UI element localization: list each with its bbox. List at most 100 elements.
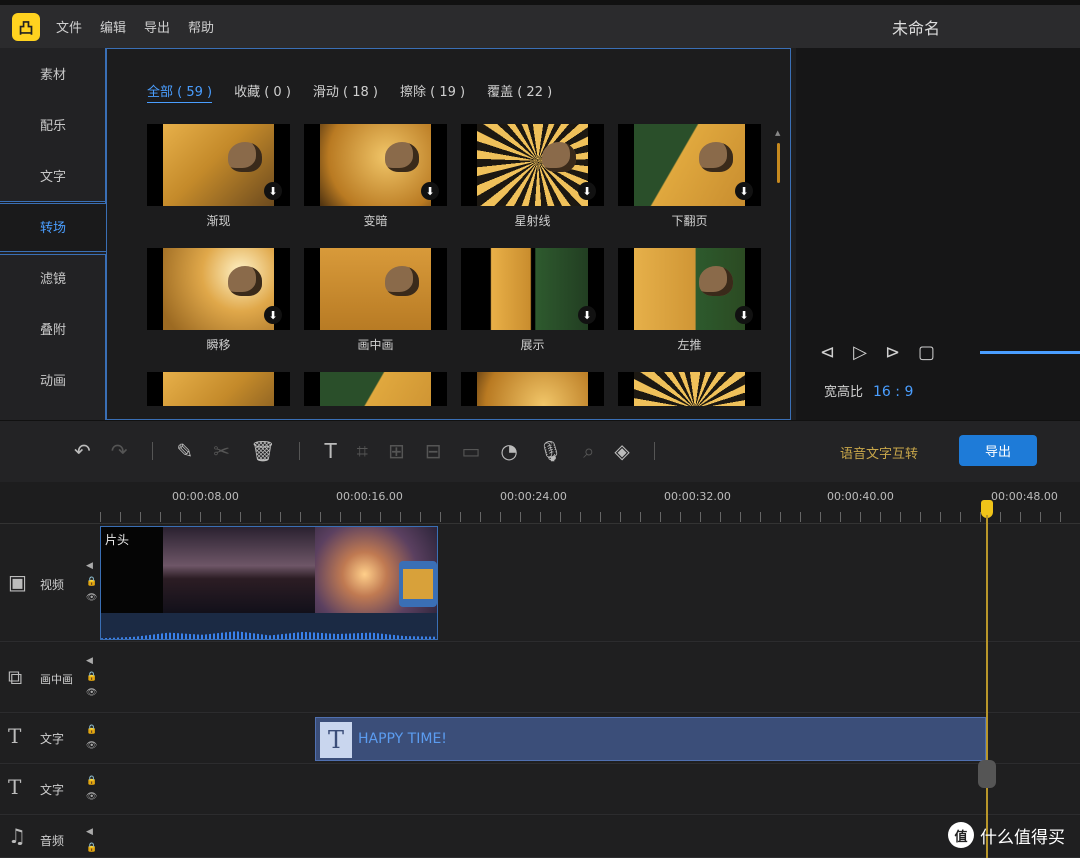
app-logo: 凸	[12, 13, 40, 41]
track-label: 画中画	[40, 673, 73, 686]
transition-item[interactable]: ⬇ 变暗	[304, 124, 447, 228]
transition-thumbnail[interactable]: ⬇	[304, 124, 447, 206]
split-icon[interactable]: ⊟	[425, 439, 442, 463]
transition-item[interactable]: ⬇ 瞬移	[147, 248, 290, 352]
transition-thumbnail[interactable]: ⬇	[618, 248, 761, 330]
download-icon[interactable]: ⬇	[578, 306, 596, 324]
track-controls[interactable]: ◀ 🔒	[86, 824, 97, 856]
next-frame-icon[interactable]: ⊳	[885, 342, 900, 363]
microphone-icon[interactable]: 🎙	[538, 439, 563, 463]
undo-icon[interactable]: ↶	[74, 439, 91, 463]
sidebar-item-animation[interactable]: 动画	[0, 354, 106, 405]
tab-favorites[interactable]: 收藏 ( 0 )	[234, 81, 291, 103]
transition-item[interactable]	[304, 372, 447, 406]
previous-frame-icon[interactable]: ⊲	[820, 342, 835, 363]
download-icon[interactable]: ⬇	[735, 306, 753, 324]
download-icon[interactable]: ⬇	[578, 182, 596, 200]
text-tool-icon[interactable]: T	[324, 439, 336, 463]
playhead-knob[interactable]	[978, 760, 996, 788]
text-track-1: T 文字 🔒 👁 T HAPPY TIME!	[0, 714, 1080, 764]
download-icon[interactable]: ⬇	[421, 182, 439, 200]
play-icon[interactable]: ▷	[853, 342, 867, 363]
scroll-thumb[interactable]	[777, 143, 780, 183]
scroll-up-icon[interactable]: ▲	[775, 129, 780, 137]
preview-panel: ⊲ ▷ ⊳ ▢ 宽高比 16 : 9	[796, 48, 1080, 420]
library-scrollbar[interactable]: ▲ ▼	[775, 129, 780, 431]
text-clip[interactable]: T HAPPY TIME!	[315, 717, 986, 761]
menu-file[interactable]: 文件	[56, 17, 82, 36]
track-label: 文字	[40, 732, 65, 746]
transition-thumbnail[interactable]: ⬇	[618, 124, 761, 206]
track-label: 视频	[40, 578, 65, 592]
transition-label: 瞬移	[206, 338, 231, 352]
export-button[interactable]: 导出	[959, 435, 1037, 466]
transition-item[interactable]	[147, 372, 290, 406]
transition-library: 全部 ( 59 ) 收藏 ( 0 ) 滑动 ( 18 ) 擦除 ( 19 ) 覆…	[106, 48, 791, 431]
transition-marker[interactable]	[399, 561, 437, 607]
ruler-label: 00:00:16.00	[336, 490, 403, 503]
divider	[299, 442, 301, 460]
ruler-label: 00:00:24.00	[500, 490, 567, 503]
watermark-logo-icon: 值	[948, 822, 974, 848]
track-controls[interactable]: 🔒 👁	[86, 722, 97, 754]
transition-thumbnail[interactable]: ⬇	[461, 124, 604, 206]
transition-item[interactable]: 画中画	[304, 248, 447, 352]
speed-icon[interactable]: ◔	[500, 439, 517, 463]
cut-icon[interactable]: ✂	[213, 439, 230, 463]
aspect-ratio[interactable]: 宽高比 16 : 9	[824, 381, 913, 400]
download-icon[interactable]: ⬇	[735, 182, 753, 200]
sidebar-item-overlays[interactable]: 叠附	[0, 303, 106, 354]
track-controls[interactable]: ◀ 🔒 👁	[86, 558, 97, 606]
sidebar-item-media[interactable]: 素材	[0, 48, 106, 99]
tab-wipe[interactable]: 擦除 ( 19 )	[400, 81, 465, 103]
transition-item[interactable]: ⬇ 渐现	[147, 124, 290, 228]
fit-icon[interactable]: ▭	[461, 439, 480, 463]
timeline-ruler[interactable]: 00:00:08.00 00:00:16.00 00:00:24.00 00:0…	[0, 482, 1080, 524]
text-track-icon: T	[8, 724, 22, 748]
aspect-ratio-value[interactable]: 16 : 9	[873, 384, 913, 400]
watermark-text: 什么值得买	[980, 827, 1065, 848]
video-clip[interactable]: 片头	[100, 526, 438, 640]
track-controls[interactable]: 🔒 👁	[86, 773, 97, 805]
transition-thumbnail[interactable]: ⬇	[147, 248, 290, 330]
tab-all[interactable]: 全部 ( 59 )	[147, 81, 213, 103]
transition-item[interactable]	[461, 372, 604, 406]
tab-cover[interactable]: 覆盖 ( 22 )	[487, 81, 552, 103]
text-track-icon: T	[8, 775, 22, 799]
track-label: 音频	[40, 834, 65, 848]
transition-item[interactable]	[618, 372, 761, 406]
transition-thumbnail[interactable]	[304, 248, 447, 330]
download-icon[interactable]: ⬇	[264, 306, 282, 324]
stop-icon[interactable]: ▢	[918, 342, 935, 363]
track-controls[interactable]: ◀ 🔒 👁	[86, 653, 97, 701]
audio-waveform	[101, 613, 437, 639]
transition-item[interactable]: ⬇ 星射线	[461, 124, 604, 228]
fill-icon[interactable]: ◈	[614, 439, 629, 463]
sidebar-item-music[interactable]: 配乐	[0, 99, 106, 150]
transition-thumbnail[interactable]: ⬇	[461, 248, 604, 330]
speech-to-text-button[interactable]: 语音文字互转	[840, 443, 918, 462]
sidebar-item-text[interactable]: 文字	[0, 150, 106, 201]
delete-icon[interactable]: 🗑	[250, 439, 275, 463]
sidebar-item-filters[interactable]: 滤镜	[0, 252, 106, 303]
sidebar-item-transitions[interactable]: 转场	[0, 201, 106, 252]
add-frame-icon[interactable]: ⊞	[388, 439, 405, 463]
transition-label: 画中画	[357, 338, 394, 352]
crop-icon[interactable]: ⌗	[357, 439, 368, 463]
playhead-line[interactable]	[986, 515, 988, 858]
redo-icon[interactable]: ↷	[111, 439, 128, 463]
transition-item[interactable]: ⬇ 展示	[461, 248, 604, 352]
playback-progress[interactable]	[980, 351, 1080, 354]
aspect-ratio-label: 宽高比	[824, 385, 864, 400]
screen-record-icon[interactable]: ⌕	[583, 439, 594, 463]
transition-item[interactable]: ⬇ 下翻页	[618, 124, 761, 228]
transition-item[interactable]: ⬇ 左推	[618, 248, 761, 352]
menu-edit[interactable]: 编辑	[100, 17, 126, 36]
edit-pencil-icon[interactable]: ✎	[177, 439, 194, 463]
download-icon[interactable]: ⬇	[264, 182, 282, 200]
transition-thumbnail[interactable]: ⬇	[147, 124, 290, 206]
ruler-ticks	[100, 512, 1080, 522]
menu-help[interactable]: 帮助	[188, 17, 214, 36]
menu-export[interactable]: 导出	[144, 17, 170, 36]
tab-slide[interactable]: 滑动 ( 18 )	[313, 81, 378, 103]
